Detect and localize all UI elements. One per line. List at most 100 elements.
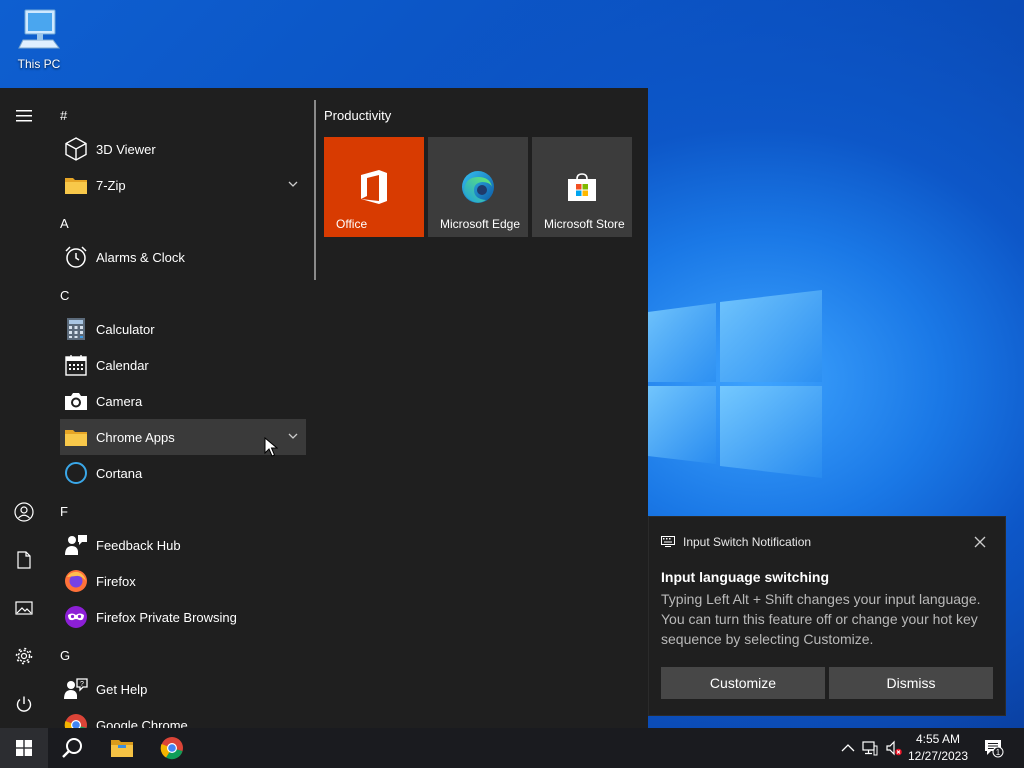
document-icon [17, 551, 31, 569]
section-header-a[interactable]: A [60, 206, 69, 242]
start-menu: # 3D Viewer 7-Zip A Alarms & Clock C Cal… [0, 88, 648, 728]
pictures-icon [15, 601, 33, 615]
section-header-c[interactable]: C [60, 278, 69, 314]
app-label: Calendar [96, 357, 149, 373]
dismiss-button[interactable]: Dismiss [829, 667, 993, 699]
app-label: Get Help [96, 681, 148, 697]
search-icon [62, 738, 82, 758]
section-header-hash[interactable]: # [60, 98, 67, 134]
cube-icon [65, 137, 87, 161]
section-header-f[interactable]: F [60, 494, 68, 530]
customize-button[interactable]: Customize [661, 667, 825, 699]
volume-muted-icon[interactable] [886, 740, 902, 756]
alarm-clock-icon [65, 246, 87, 268]
hamburger-icon [16, 110, 32, 122]
this-pc-desktop-icon[interactable]: This PC [10, 8, 68, 71]
app-label: Camera [96, 393, 143, 409]
app-label: 3D Viewer [96, 141, 156, 157]
power-button[interactable] [0, 684, 48, 724]
chrome-icon [64, 714, 87, 728]
tiles-area: Productivity Office Microsoft Edge Micro… [324, 88, 644, 728]
app-item-firefox-private[interactable]: Firefox Private Browsing [60, 599, 306, 635]
office-icon [361, 170, 387, 204]
app-label: Firefox Private Browsing [96, 609, 237, 625]
chrome-icon [160, 737, 183, 760]
chevron-down-icon[interactable] [286, 177, 300, 191]
input-switch-notification: Input Switch Notification Input language… [648, 516, 1006, 716]
app-item-3d-viewer[interactable]: 3D Viewer [60, 131, 306, 167]
clock-time: 4:55 AM [915, 732, 961, 746]
app-label: Chrome Apps [96, 429, 175, 445]
chevron-down-icon[interactable] [286, 429, 300, 443]
expand-menu-button[interactable] [0, 96, 48, 136]
notification-title: Input language switching [661, 569, 829, 585]
app-item-7zip[interactable]: 7-Zip [60, 167, 306, 203]
user-icon [14, 502, 34, 522]
firefox-private-icon [65, 606, 87, 628]
tile-label: Office [336, 217, 368, 231]
help-icon: ? [64, 678, 88, 699]
edge-icon [462, 171, 494, 203]
start-menu-rail [0, 88, 48, 728]
tile-microsoft-store[interactable]: Microsoft Store [532, 137, 632, 237]
windows-logo-icon [16, 740, 32, 756]
folder-icon [65, 178, 87, 194]
app-item-calculator[interactable]: Calculator [60, 311, 306, 347]
power-icon [16, 696, 32, 712]
tile-label: Microsoft Edge [440, 217, 521, 231]
tile-office[interactable]: Office [324, 137, 424, 237]
file-explorer-button[interactable] [98, 728, 146, 768]
network-icon[interactable] [862, 740, 878, 756]
store-icon [568, 173, 596, 201]
documents-button[interactable] [0, 540, 48, 580]
app-label: Cortana [96, 465, 143, 481]
tile-group-title[interactable]: Productivity [324, 108, 391, 123]
app-item-google-chrome[interactable]: Google Chrome [60, 707, 306, 728]
pictures-button[interactable] [0, 588, 48, 628]
section-header-g[interactable]: G [60, 638, 70, 674]
notification-count: 1 [996, 748, 1001, 757]
action-center-icon: 1 [985, 740, 1004, 758]
app-item-calendar[interactable]: Calendar [60, 347, 306, 383]
app-label: Feedback Hub [96, 537, 181, 553]
clock-date: 12/27/2023 [907, 749, 969, 763]
app-list: # 3D Viewer 7-Zip A Alarms & Clock C Cal… [48, 88, 314, 728]
mouse-cursor-icon [264, 437, 278, 457]
app-item-cortana[interactable]: Cortana [60, 455, 306, 491]
calculator-icon [67, 318, 85, 340]
this-pc-label: This PC [17, 57, 61, 71]
notification-header: Input Switch Notification [661, 535, 811, 549]
feedback-icon [65, 535, 87, 555]
chevron-up-icon[interactable] [840, 740, 856, 756]
folder-icon [65, 430, 87, 446]
app-item-firefox[interactable]: Firefox [60, 563, 306, 599]
app-list-scrollbar[interactable] [314, 100, 316, 280]
keyboard-icon [661, 536, 675, 547]
calendar-icon [65, 355, 87, 376]
firefox-icon [65, 570, 87, 592]
start-button[interactable] [0, 728, 48, 768]
tile-label: Microsoft Store [544, 217, 625, 231]
system-clock[interactable]: 4:55 AM 12/27/2023 [904, 731, 972, 765]
user-account-button[interactable] [0, 492, 48, 532]
app-item-camera[interactable]: Camera [60, 383, 306, 419]
app-label: Google Chrome [96, 717, 188, 729]
tile-microsoft-edge[interactable]: Microsoft Edge [428, 137, 528, 237]
cortana-icon [65, 462, 87, 484]
camera-icon [65, 393, 87, 410]
app-label: Firefox [96, 573, 136, 589]
app-item-alarms-clock[interactable]: Alarms & Clock [60, 239, 306, 275]
close-icon[interactable] [973, 535, 987, 549]
gear-icon [15, 647, 33, 665]
settings-button[interactable] [0, 636, 48, 676]
chrome-taskbar-button[interactable] [148, 728, 196, 768]
notification-app-name: Input Switch Notification [683, 535, 812, 549]
search-button[interactable] [48, 728, 96, 768]
file-explorer-icon [111, 740, 133, 757]
taskbar: 4:55 AM 12/27/2023 1 [0, 728, 1024, 768]
action-center-button[interactable]: 1 [976, 728, 1012, 768]
app-item-feedback-hub[interactable]: Feedback Hub [60, 527, 306, 563]
app-label: 7-Zip [96, 177, 126, 193]
svg-text:?: ? [80, 681, 84, 688]
app-item-get-help[interactable]: ? Get Help [60, 671, 306, 707]
